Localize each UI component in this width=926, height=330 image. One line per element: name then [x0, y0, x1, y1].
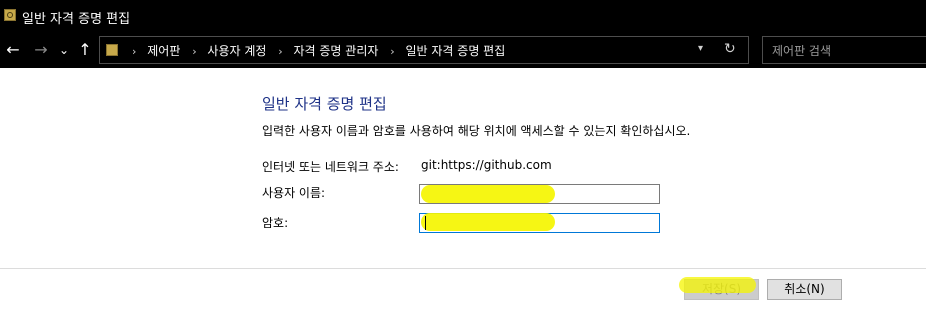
- navigation-bar: ← → ⌄ ↑ › 제어판 › 사용자 계정 › 자격 증명 관리자 › 일반 …: [0, 32, 926, 68]
- address-dropdown-icon[interactable]: ▾: [698, 43, 703, 54]
- refresh-icon[interactable]: ↻: [724, 41, 736, 57]
- window-title: 일반 자격 증명 편집: [22, 12, 131, 27]
- breadcrumb-separator-icon[interactable]: ›: [390, 45, 394, 58]
- forward-arrow-icon[interactable]: →: [32, 40, 50, 60]
- search-input[interactable]: [763, 37, 924, 65]
- breadcrumb-item-edit-generic-credential[interactable]: 일반 자격 증명 편집: [405, 44, 505, 58]
- breadcrumb-item-credential-manager[interactable]: 자격 증명 관리자: [294, 44, 379, 58]
- breadcrumb: › 제어판 › 사용자 계정 › 자격 증명 관리자 › 일반 자격 증명 편집: [124, 42, 505, 59]
- breadcrumb-separator-icon[interactable]: ›: [132, 45, 136, 58]
- highlight-mark: [421, 185, 555, 203]
- control-panel-icon: [4, 9, 16, 21]
- search-box[interactable]: [762, 36, 926, 65]
- text-caret: [425, 216, 426, 230]
- page-title: 일반 자격 증명 편집: [262, 95, 387, 113]
- address-value: git:https://github.com: [421, 158, 552, 172]
- address-label: 인터넷 또는 네트워크 주소:: [262, 160, 399, 174]
- breadcrumb-item-control-panel[interactable]: 제어판: [147, 44, 180, 58]
- title-bar: 일반 자격 증명 편집: [0, 0, 926, 32]
- breadcrumb-separator-icon[interactable]: ›: [192, 45, 196, 58]
- highlight-mark: [421, 213, 555, 231]
- divider: [0, 268, 926, 269]
- back-arrow-icon[interactable]: ←: [4, 40, 22, 60]
- highlight-mark: [679, 277, 756, 293]
- recent-locations-chevron-icon[interactable]: ⌄: [58, 40, 70, 60]
- address-bar[interactable]: › 제어판 › 사용자 계정 › 자격 증명 관리자 › 일반 자격 증명 편집…: [99, 36, 749, 64]
- breadcrumb-separator-icon[interactable]: ›: [278, 45, 282, 58]
- up-arrow-icon[interactable]: ↑: [76, 40, 94, 60]
- breadcrumb-item-user-accounts[interactable]: 사용자 계정: [207, 44, 266, 58]
- control-panel-icon: [106, 44, 118, 56]
- username-label: 사용자 이름:: [262, 186, 326, 200]
- cancel-button[interactable]: 취소(N): [767, 279, 842, 300]
- page-description: 입력한 사용자 이름과 암호를 사용하여 해당 위치에 액세스할 수 있는지 확…: [262, 124, 691, 138]
- password-label: 암호:: [262, 216, 289, 230]
